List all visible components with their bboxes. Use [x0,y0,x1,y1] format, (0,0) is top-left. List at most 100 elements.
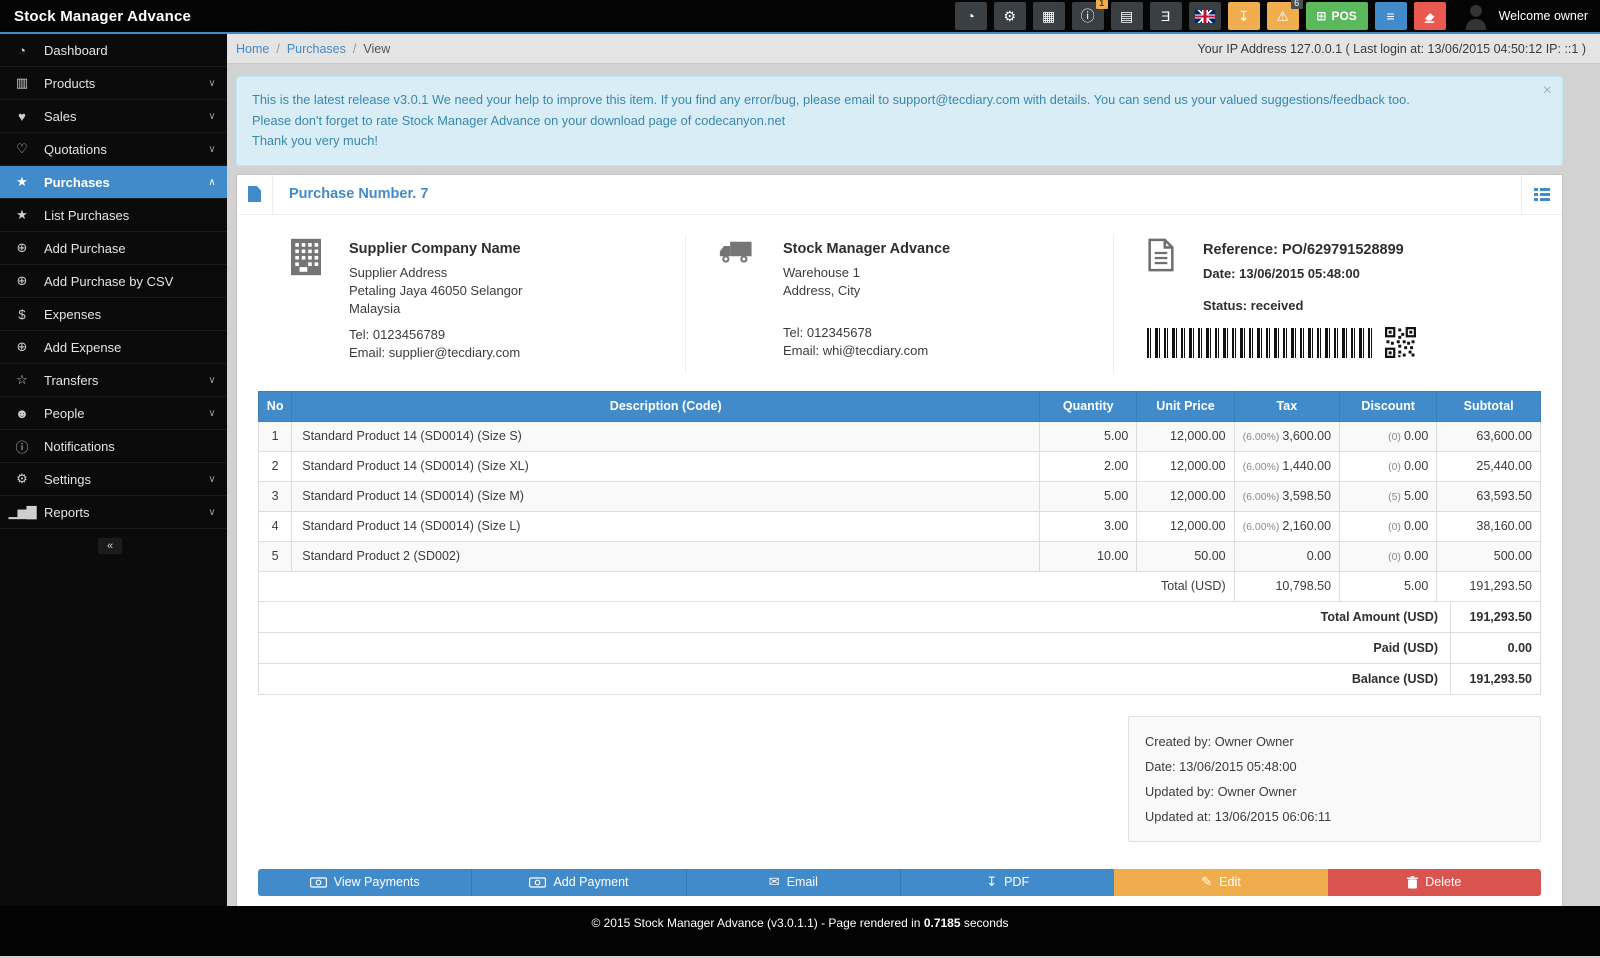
breadcrumb-bar: Home / Purchases / View Your IP Address … [227,34,1600,64]
total-label: Total (USD) [259,571,1235,601]
sidebar-item-transfers[interactable]: ☆ Transfers ∨ [0,364,227,397]
delete-button[interactable]: Delete [1328,869,1541,896]
supplier-email: Email: supplier@tecdiary.com [349,344,522,362]
sidebar-item-add-expense[interactable]: ⊕ Add Expense [0,331,227,364]
ip-info: Your IP Address 127.0.0.1 ( Last login a… [1198,42,1586,56]
dashboard-icon: ◔ [0,43,44,58]
reference-column: Reference: PO/629791528899 Date: 13/06/2… [1113,234,1541,374]
welcome-text: Welcome owner [1499,9,1588,23]
sidebar-item-expenses[interactable]: $ Expenses [0,298,227,331]
chevron-down-icon: ∨ [197,78,227,89]
breadcrumb-home[interactable]: Home [236,42,269,56]
updated-by: Updated by: Owner Owner [1145,779,1524,804]
table-row: 4 Standard Product 14 (SD0014) (Size L) … [259,511,1541,541]
app-title: Stock Manager Advance [0,8,227,25]
calculator-icon[interactable]: ▦ [1033,2,1065,30]
list-icon[interactable]: ≡ [1375,2,1407,30]
language-flag-icon[interactable] [1189,2,1221,30]
email-button[interactable]: ✉ Email [686,869,900,896]
supplier-address-1: Supplier Address [349,264,522,282]
sidebar-item-dashboard[interactable]: ◔ Dashboard [0,34,227,67]
css3-icon[interactable]: Ǝ [1150,2,1182,30]
sidebar-item-add-purchase-csv[interactable]: ⊕ Add Purchase by CSV [0,265,227,298]
company-column: Stock Manager Advance Warehouse 1 Addres… [685,234,1113,374]
alert-line-3: Thank you very much! [252,131,1532,152]
supplier-address-2: Petaling Jaya 46050 Selangor [349,282,522,300]
grid-icon: ⊞ [1316,9,1326,23]
avatar [1463,2,1489,30]
sidebar-item-people[interactable]: ☻ People ∨ [0,397,227,430]
sidebar-item-list-purchases[interactable]: ★ List Purchases [0,199,227,232]
truck-icon [719,238,755,266]
chevron-up-icon: ∧ [197,177,227,188]
plus-circle-icon: ⊕ [0,339,44,355]
order-status: Status: received [1203,294,1404,318]
table-row: 5 Standard Product 2 (SD002) 10.00 50.00… [259,541,1541,571]
pos-button[interactable]: ⊞ POS [1306,2,1368,30]
breadcrumb-purchases[interactable]: Purchases [287,42,346,56]
sidebar-item-add-purchase[interactable]: ⊕ Add Purchase [0,232,227,265]
table-row: 3 Standard Product 14 (SD0014) (Size M) … [259,481,1541,511]
footer-text: © 2015 Stock Manager Advance (v3.0.1.1) … [591,916,1008,956]
company-email: Email: whi@tecdiary.com [783,342,950,360]
chevron-down-icon: ∨ [197,144,227,155]
user-menu[interactable]: Welcome owner [1463,2,1588,30]
gauge-icon[interactable]: ◔ [955,2,987,30]
supplier-column: Supplier Company Name Supplier Address P… [258,234,685,374]
edit-icon: ✎ [1201,874,1212,890]
eraser-icon[interactable] [1414,2,1446,30]
chevron-down-icon: ∨ [197,375,227,386]
company-name: Stock Manager Advance [783,240,950,258]
table-toggle-icon[interactable] [1521,175,1550,214]
created-date: Date: 13/06/2015 05:48:00 [1145,754,1524,779]
table-header-row: No Description (Code) Quantity Unit Pric… [259,391,1541,421]
trash-icon [1407,876,1418,889]
sidebar-item-products[interactable]: ▥ Products ∨ [0,67,227,100]
sidebar-collapse-button[interactable]: « [98,538,122,554]
download-icon: ↧ [986,874,997,890]
company-address: Address, City [783,282,950,300]
bar-chart-icon: ▁▅▇ [0,504,44,520]
view-payments-button[interactable]: View Payments [258,869,471,896]
company-warehouse: Warehouse 1 [783,264,950,282]
building-icon [291,238,321,276]
warning-icon[interactable]: ⚠ 6 [1267,2,1299,30]
created-by: Created by: Owner Owner [1145,729,1524,754]
pdf-button[interactable]: ↧ PDF [900,869,1114,896]
sidebar-item-purchases[interactable]: ★ Purchases ∧ [0,166,227,199]
sidebar-item-sales[interactable]: ♥ Sales ∨ [0,100,227,133]
breadcrumb: Home / Purchases / View [236,42,390,56]
close-icon[interactable]: × [1543,83,1552,99]
add-payment-button[interactable]: Add Payment [471,869,685,896]
sidebar-item-quotations[interactable]: ♡ Quotations ∨ [0,133,227,166]
sidebar-item-reports[interactable]: ▁▅▇ Reports ∨ [0,496,227,529]
sidebar-item-notifications[interactable]: ⓘ Notifications [0,430,227,463]
calendar-icon[interactable]: ▤ [1111,2,1143,30]
heart-outline-icon: ♡ [0,141,44,157]
panel-header: Purchase Number. 7 [237,175,1562,215]
info-icon[interactable]: ⓘ 1 [1072,2,1104,30]
main-content: Home / Purchases / View Your IP Address … [227,34,1600,906]
total-row: Total (USD) 10,798.50 5.00 191,293.50 [259,571,1541,601]
star-icon: ★ [0,207,44,223]
sidebar-item-settings[interactable]: ⚙ Settings ∨ [0,463,227,496]
uk-flag-icon [1195,10,1215,23]
chevron-down-icon: ∨ [197,111,227,122]
summary-total-amount: Total Amount (USD) 191,293.50 [258,602,1541,633]
release-alert: × This is the latest release v3.0.1 We n… [236,76,1563,166]
star-icon: ★ [0,174,44,190]
edit-button[interactable]: ✎ Edit [1114,869,1327,896]
alert-line-1: This is the latest release v3.0.1 We nee… [252,90,1532,111]
file-icon [237,175,273,214]
download-icon[interactable]: ↧ [1228,2,1260,30]
warning-badge: 6 [1291,0,1303,9]
sidebar: ◔ Dashboard ▥ Products ∨ ♥ Sales ∨ ♡ Quo… [0,34,227,906]
supplier-tel: Tel: 0123456789 [349,326,522,344]
items-table: No Description (Code) Quantity Unit Pric… [258,391,1541,602]
plus-circle-icon: ⊕ [0,240,44,256]
order-reference: Reference: PO/629791528899 [1203,238,1404,262]
chevron-down-icon: ∨ [197,474,227,485]
qr-code-image [1385,327,1416,358]
barcode-image [1147,328,1372,358]
cogs-icon[interactable]: ⚙ [994,2,1026,30]
